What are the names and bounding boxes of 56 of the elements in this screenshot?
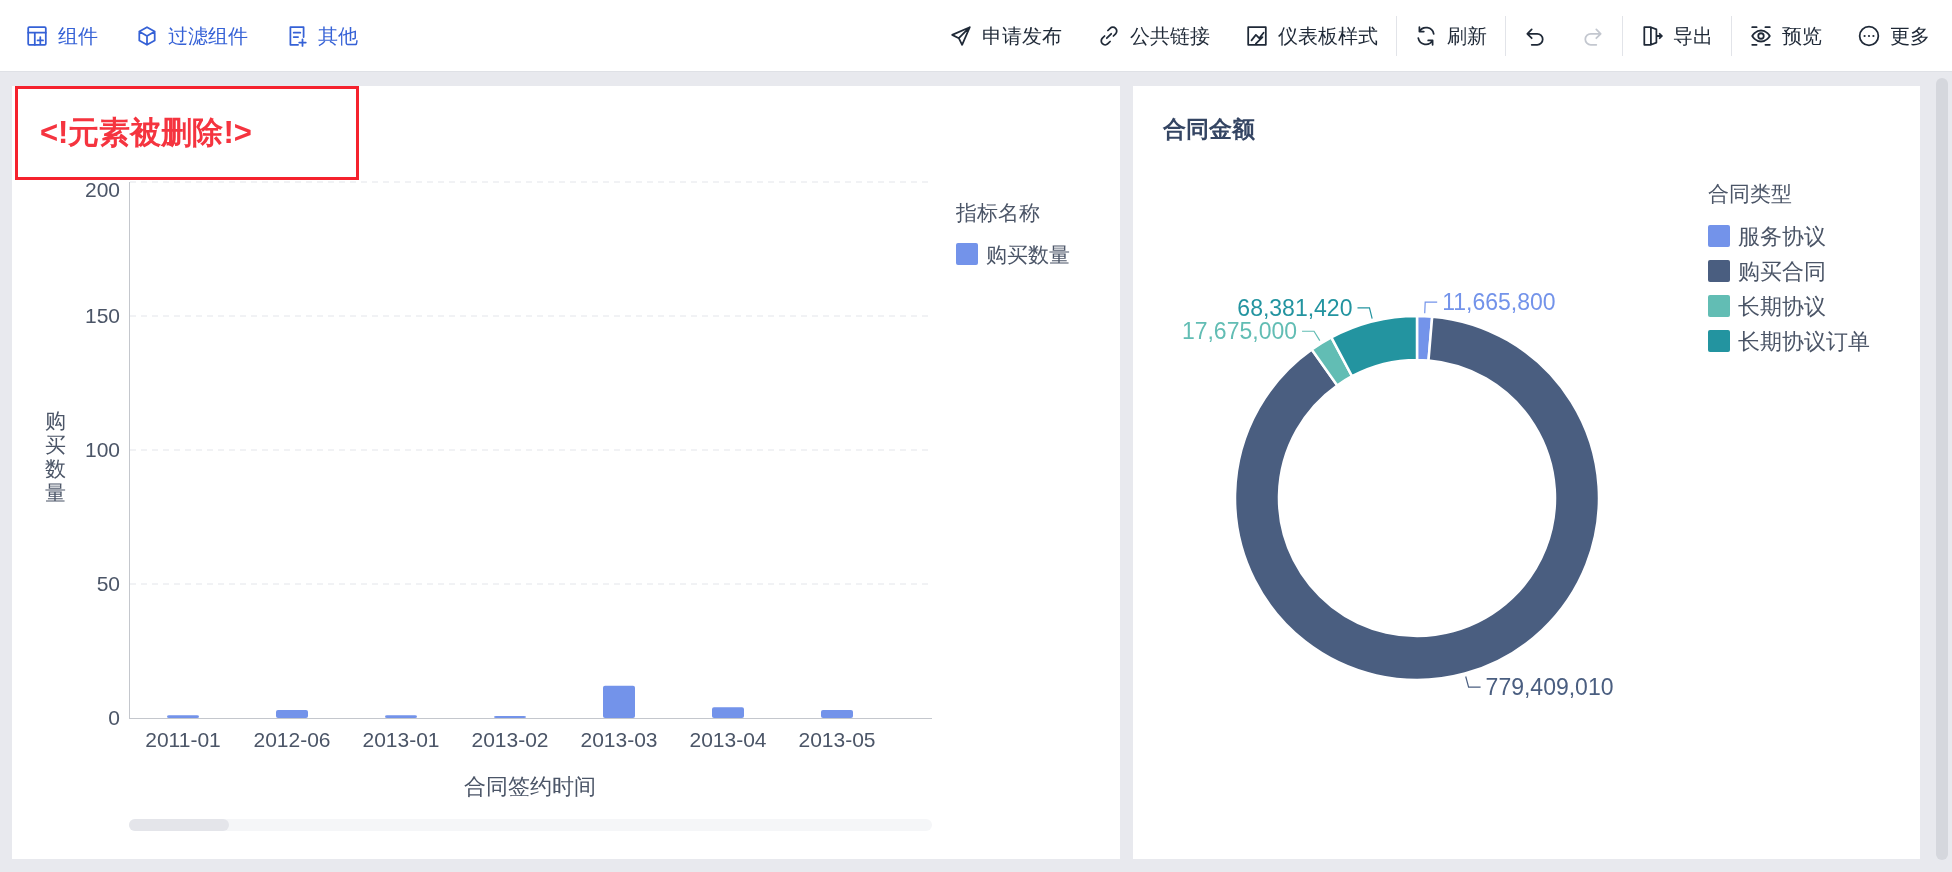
data-label: 17,675,000 <box>1181 318 1298 345</box>
toolbar-button[interactable]: 仪表板样式 <box>1246 20 1378 51</box>
refresh-icon <box>1415 24 1437 47</box>
axis-tick-label: 2013-02 <box>471 728 549 751</box>
card-title: 合同金额 <box>1163 115 1255 144</box>
toolbar-button[interactable]: 导出 <box>1641 20 1713 51</box>
toolbar-button[interactable]: 过滤组件 <box>136 20 248 51</box>
more-icon <box>1858 24 1880 47</box>
axis-tick-label: 2012-06 <box>253 728 331 751</box>
data-label: 68,381,420 <box>1237 294 1353 321</box>
bar <box>276 709 308 718</box>
axis-title: 购买数量 <box>44 409 66 504</box>
axis-tick-label: 2011-01 <box>145 728 221 751</box>
leader-line <box>1356 307 1373 320</box>
toolbar-button[interactable]: 更多 <box>1858 20 1930 51</box>
axis-tick-label: 50 <box>96 572 120 595</box>
toolbar-button[interactable]: 公共链接 <box>1098 20 1210 51</box>
toolbar-button[interactable]: 刷新 <box>1415 20 1487 51</box>
chart-frame-icon <box>1246 24 1268 47</box>
axis-tick-label: 2013-03 <box>580 728 658 751</box>
axis-title: 合同签约时间 <box>464 774 596 799</box>
axis-tick-label: 2013-04 <box>689 728 767 751</box>
legend-label: 长期协议订单 <box>1738 329 1870 354</box>
card-title: <!元素被删除!> <box>15 86 359 180</box>
bar <box>603 685 635 718</box>
axis-tick-label: 2013-01 <box>362 728 440 751</box>
link-icon <box>1098 24 1120 47</box>
export-icon <box>1641 24 1663 47</box>
data-label: 11,665,800 <box>1442 289 1556 316</box>
data-label: 779,409,010 <box>1485 674 1614 701</box>
toolbar-button[interactable]: 申请发布 <box>950 20 1062 51</box>
legend-label: 购买合同 <box>1738 259 1826 284</box>
grid-plus-icon <box>26 24 48 47</box>
axis-tick-label: 2013-05 <box>798 728 876 751</box>
toolbar-button[interactable]: 其他 <box>286 20 358 51</box>
cube-icon <box>136 24 158 47</box>
axis-tick-label: 100 <box>84 438 120 461</box>
leader-line <box>1424 301 1438 314</box>
eye-icon <box>1750 24 1772 47</box>
axis-tick-label: 0 <box>108 706 120 729</box>
leader-line <box>1465 675 1482 688</box>
axis-tick-label: 200 <box>84 178 120 201</box>
bar <box>821 709 853 718</box>
toolbar-button[interactable]: 预览 <box>1750 20 1822 51</box>
legend-title: 合同类型 <box>1708 182 1792 205</box>
legend-label: 服务协议 <box>1738 224 1826 249</box>
bar <box>712 707 744 718</box>
legend-label: 长期协议 <box>1738 294 1826 319</box>
toolbar-button[interactable]: 组件 <box>26 20 98 51</box>
leader-line <box>1301 330 1321 342</box>
legend-title: 指标名称 <box>956 201 1040 224</box>
bar <box>385 715 417 718</box>
send-icon <box>950 24 972 47</box>
bar <box>167 715 199 718</box>
axis-tick-label: 150 <box>84 304 120 327</box>
legend-label: 购买数量 <box>986 243 1070 266</box>
